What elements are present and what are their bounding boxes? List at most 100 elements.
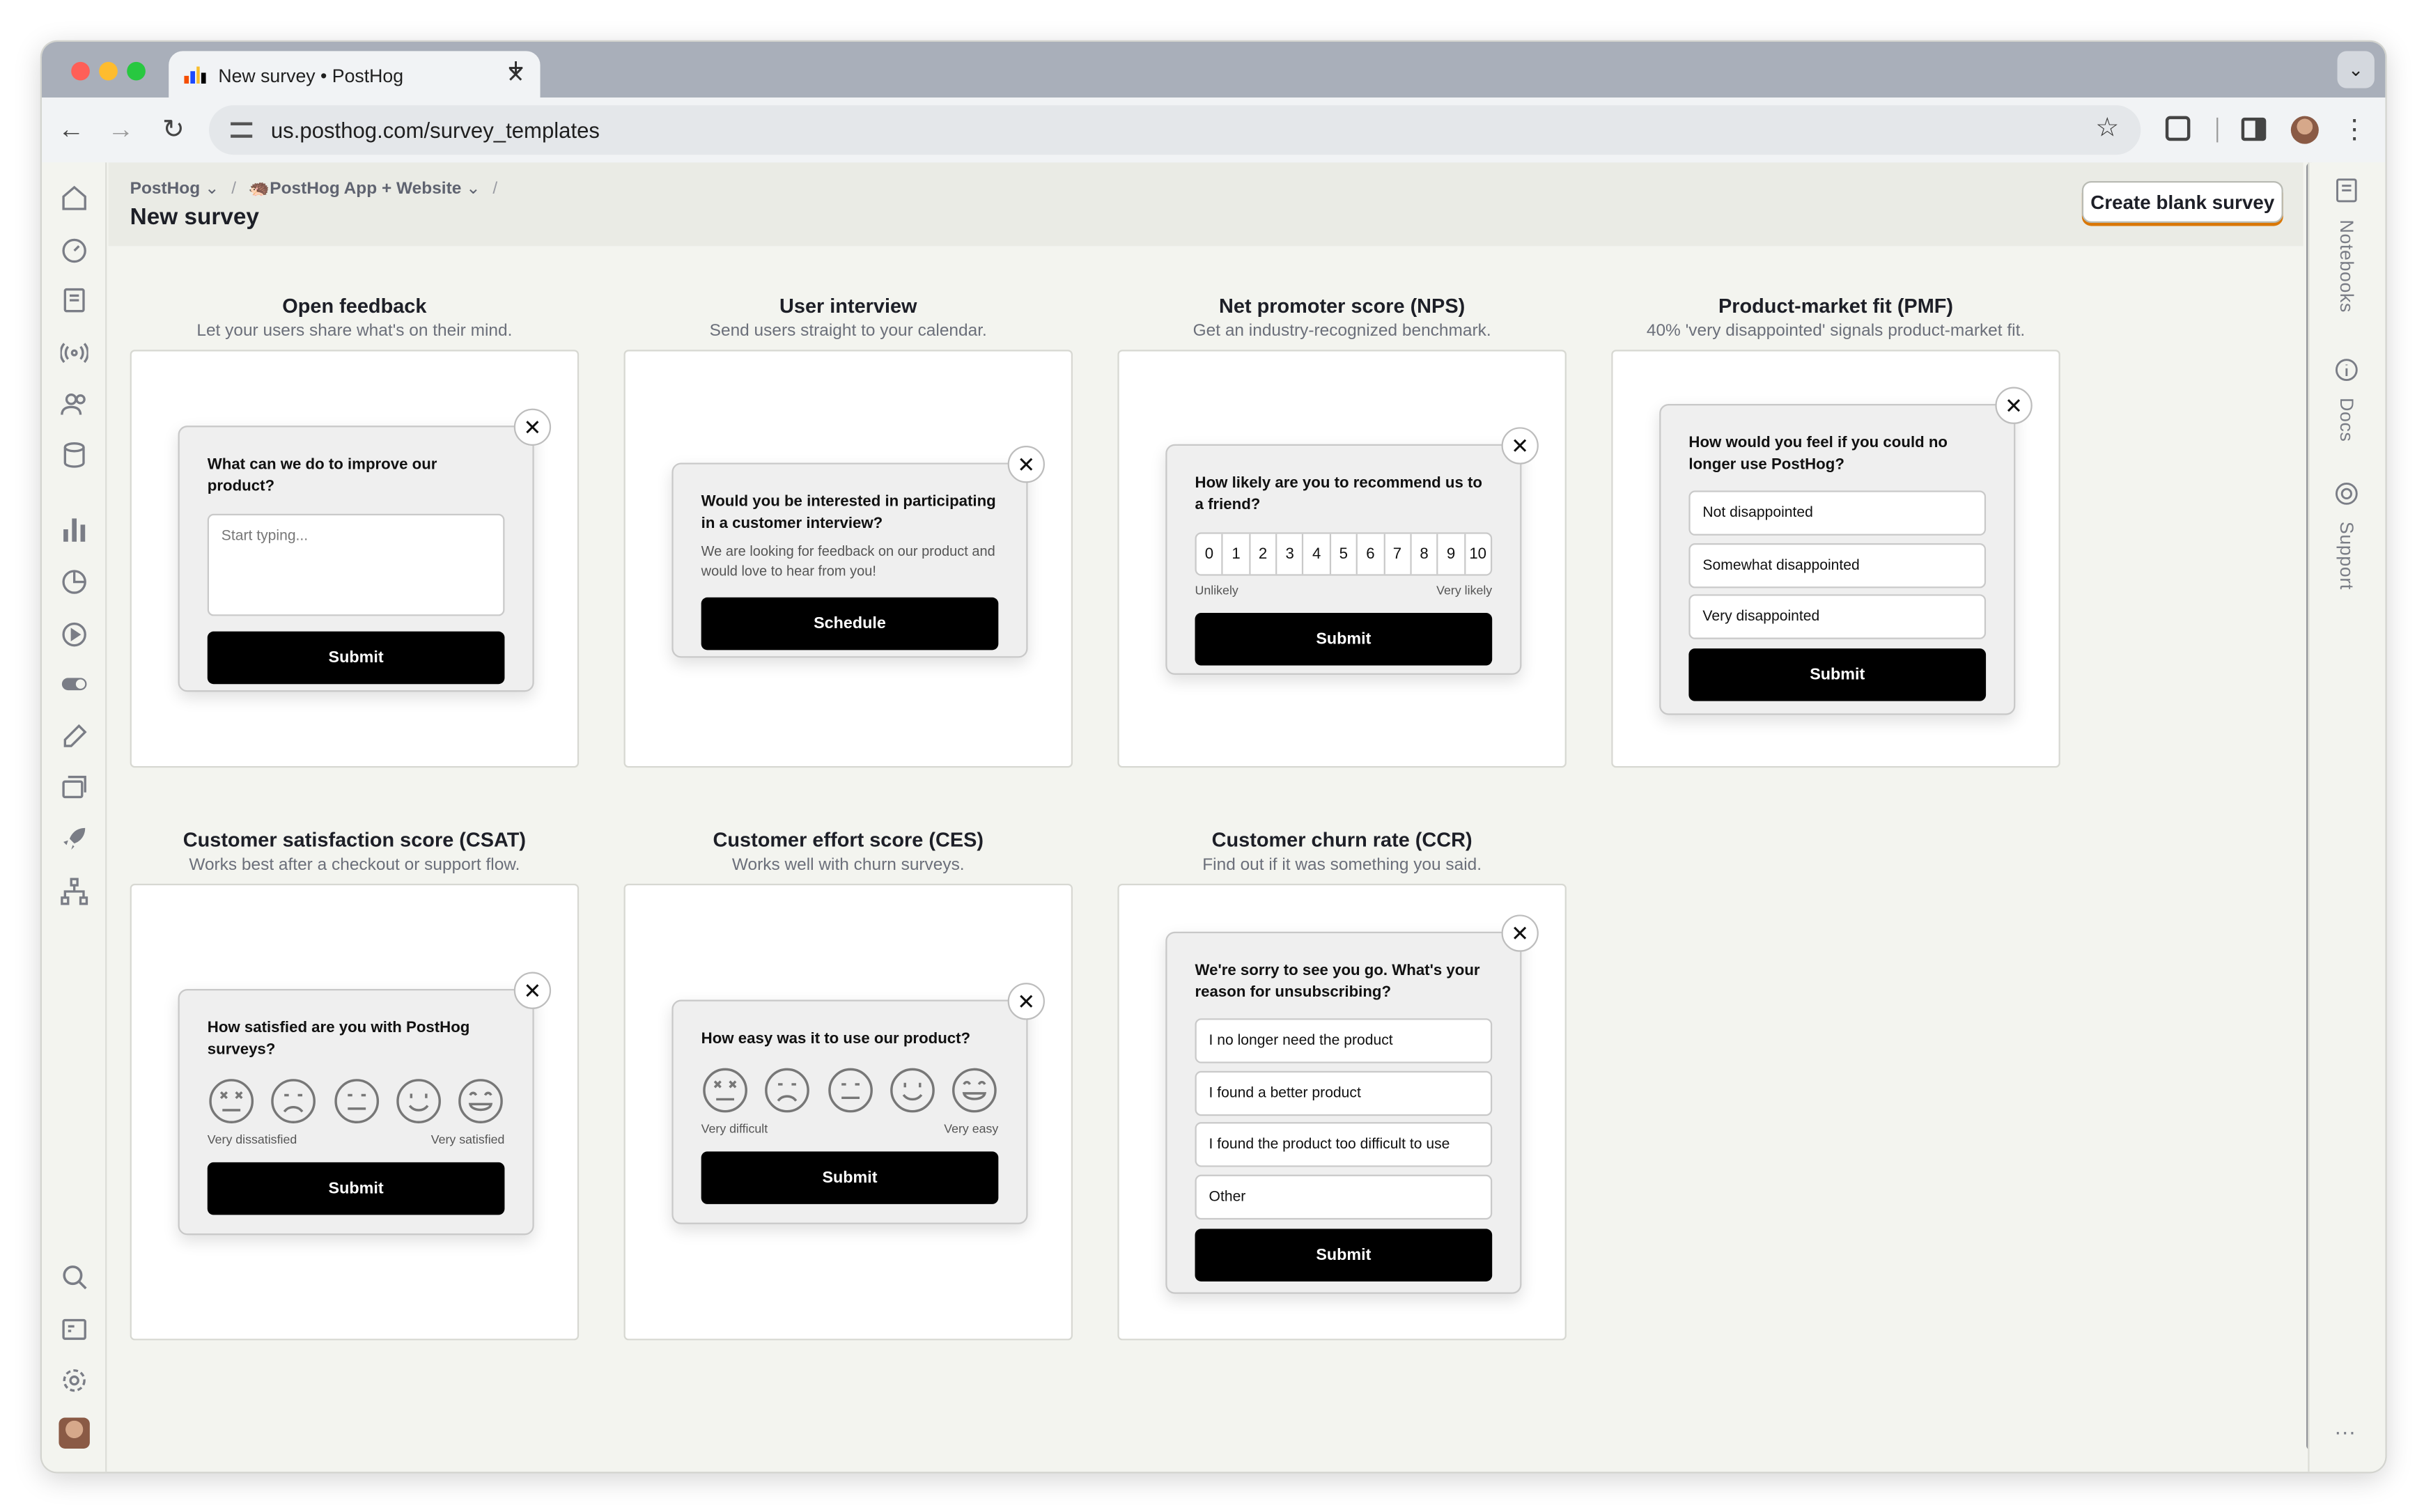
template-pmf[interactable]: Product-market fit (PMF) 40% 'very disap…: [1611, 294, 2060, 768]
persons-icon[interactable]: [61, 390, 88, 418]
experiments-icon[interactable]: [61, 723, 88, 751]
close-icon[interactable]: ✕: [1007, 983, 1045, 1020]
choice-option[interactable]: Somewhat disappointed: [1688, 542, 1987, 588]
template-preview-card[interactable]: ✕ How would you feel if you could no lon…: [1611, 350, 2060, 768]
web-analytics-icon[interactable]: [61, 568, 88, 596]
satisfied-emoji-icon[interactable]: [394, 1077, 442, 1125]
rating-option[interactable]: 10: [1463, 533, 1491, 575]
close-icon[interactable]: ✕: [513, 408, 552, 446]
very-difficult-emoji-icon[interactable]: [701, 1066, 749, 1114]
submit-button[interactable]: Submit: [207, 631, 505, 685]
choice-option[interactable]: I no longer need the product: [1195, 1018, 1493, 1063]
submit-button[interactable]: Submit: [1688, 648, 1987, 701]
choice-option[interactable]: I found a better product: [1195, 1070, 1493, 1116]
difficult-emoji-icon[interactable]: [763, 1066, 811, 1114]
choice-option[interactable]: Very disappointed: [1688, 594, 1987, 639]
neutral-emoji-icon[interactable]: [826, 1066, 874, 1114]
choice-option[interactable]: I found the product too difficult to use: [1195, 1122, 1493, 1167]
choice-option[interactable]: Other: [1195, 1174, 1493, 1219]
more-icon[interactable]: ···: [2334, 1419, 2356, 1444]
side-panel-icon[interactable]: [2241, 117, 2267, 141]
rating-option[interactable]: 0: [1197, 534, 1222, 575]
support-tab[interactable]: Support: [2336, 522, 2357, 590]
rating-option[interactable]: 1: [1222, 533, 1249, 575]
close-window-button[interactable]: [71, 61, 90, 81]
template-ccr[interactable]: Customer churn rate (CCR) Find out if it…: [1117, 828, 1567, 1341]
back-icon[interactable]: ←: [54, 113, 88, 147]
settings-gear-icon[interactable]: [61, 1366, 88, 1394]
early-access-rocket-icon[interactable]: [61, 825, 88, 852]
docs-tab[interactable]: Docs: [2336, 398, 2357, 442]
rating-option[interactable]: 8: [1410, 533, 1437, 575]
browser-menu-icon[interactable]: ⋮: [2338, 113, 2372, 147]
close-icon[interactable]: ✕: [1995, 387, 2033, 424]
toolbar-launch-icon[interactable]: [61, 1316, 88, 1343]
zoom-window-button[interactable]: [127, 61, 146, 81]
template-open-feedback[interactable]: Open feedback Let your users share what'…: [130, 294, 580, 768]
breadcrumb-org[interactable]: PostHog ⌄: [130, 178, 219, 198]
search-icon[interactable]: [61, 1263, 88, 1291]
close-icon[interactable]: ✕: [1501, 427, 1539, 465]
neutral-emoji-icon[interactable]: [332, 1077, 380, 1125]
upper-bound-label: Very likely: [1436, 583, 1493, 598]
close-icon[interactable]: ✕: [513, 972, 552, 1009]
rating-option[interactable]: 4: [1302, 533, 1330, 575]
site-settings-icon[interactable]: [231, 122, 253, 138]
new-tab-button[interactable]: +: [508, 53, 524, 86]
template-preview-card[interactable]: ✕ How likely are you to recommend us to …: [1117, 350, 1567, 768]
schedule-button[interactable]: Schedule: [701, 597, 999, 650]
very-dissatisfied-emoji-icon[interactable]: [208, 1077, 256, 1125]
very-easy-emoji-icon[interactable]: [950, 1066, 998, 1114]
template-preview-card[interactable]: ✕ What can we do to improve our product?…: [130, 350, 580, 768]
close-icon[interactable]: ✕: [1501, 914, 1539, 952]
close-icon[interactable]: ✕: [1007, 445, 1045, 483]
rating-option[interactable]: 5: [1329, 533, 1356, 575]
dissatisfied-emoji-icon[interactable]: [270, 1077, 318, 1125]
very-satisfied-emoji-icon[interactable]: [457, 1077, 505, 1125]
submit-button[interactable]: Submit: [207, 1162, 505, 1215]
create-blank-survey-button[interactable]: Create blank survey: [2081, 180, 2283, 223]
address-bar[interactable]: us.posthog.com/survey_templates ☆: [208, 105, 2141, 155]
template-preview-card[interactable]: ✕ How satisfied are you with PostHog sur…: [130, 883, 580, 1341]
dashboard-icon[interactable]: [61, 235, 88, 263]
easy-emoji-icon[interactable]: [888, 1066, 936, 1114]
insights-bar-icon[interactable]: [61, 515, 88, 543]
surveys-icon[interactable]: [61, 774, 88, 802]
breadcrumb-project[interactable]: 🦔PostHog App + Website ⌄: [249, 178, 481, 198]
template-nps[interactable]: Net promoter score (NPS) Get an industry…: [1117, 294, 1567, 768]
rating-option[interactable]: 9: [1436, 533, 1464, 575]
submit-button[interactable]: Submit: [1195, 1228, 1493, 1281]
activity-icon[interactable]: [60, 339, 88, 367]
profile-avatar[interactable]: [2290, 116, 2319, 144]
extensions-icon[interactable]: [2165, 116, 2191, 141]
template-user-interview[interactable]: User interview Send users straight to yo…: [623, 294, 1073, 768]
rating-option[interactable]: 3: [1275, 533, 1303, 575]
rating-option[interactable]: 6: [1355, 533, 1383, 575]
session-replay-icon[interactable]: [61, 619, 88, 647]
tab-search-button[interactable]: ⌄: [2337, 51, 2375, 88]
notebooks-tab[interactable]: Notebooks: [2336, 220, 2357, 313]
template-csat[interactable]: Customer satisfaction score (CSAT) Works…: [130, 828, 580, 1341]
database-icon[interactable]: [61, 441, 88, 469]
forward-icon[interactable]: →: [104, 113, 138, 147]
rating-option[interactable]: 2: [1248, 533, 1276, 575]
rating-option[interactable]: 7: [1383, 533, 1411, 575]
reload-icon[interactable]: ↻: [156, 113, 190, 147]
template-ces[interactable]: Customer effort score (CES) Works well w…: [623, 828, 1073, 1341]
home-icon[interactable]: [61, 184, 88, 212]
choice-option[interactable]: Not disappointed: [1688, 490, 1987, 536]
submit-button[interactable]: Submit: [1195, 612, 1493, 666]
user-avatar[interactable]: [59, 1417, 90, 1449]
bookmark-star-icon[interactable]: ☆: [2095, 113, 2119, 143]
template-preview-card[interactable]: ✕ We're sorry to see you go. What's your…: [1117, 883, 1567, 1341]
template-preview-card[interactable]: ✕ How easy was it to use our product? Ve…: [623, 883, 1073, 1341]
template-description: 40% 'very disappointed' signals product-…: [1646, 322, 2026, 341]
feedback-textarea[interactable]: Start typing...: [207, 513, 505, 616]
data-pipeline-icon[interactable]: [61, 878, 88, 905]
browser-tab[interactable]: New survey • PostHog ✕: [169, 51, 541, 100]
minimize-window-button[interactable]: [99, 61, 118, 81]
notebook-icon[interactable]: [61, 286, 88, 314]
feature-flags-toggle-icon[interactable]: [61, 670, 88, 698]
submit-button[interactable]: Submit: [701, 1151, 999, 1204]
template-preview-card[interactable]: ✕ Would you be interested in participati…: [623, 350, 1073, 768]
